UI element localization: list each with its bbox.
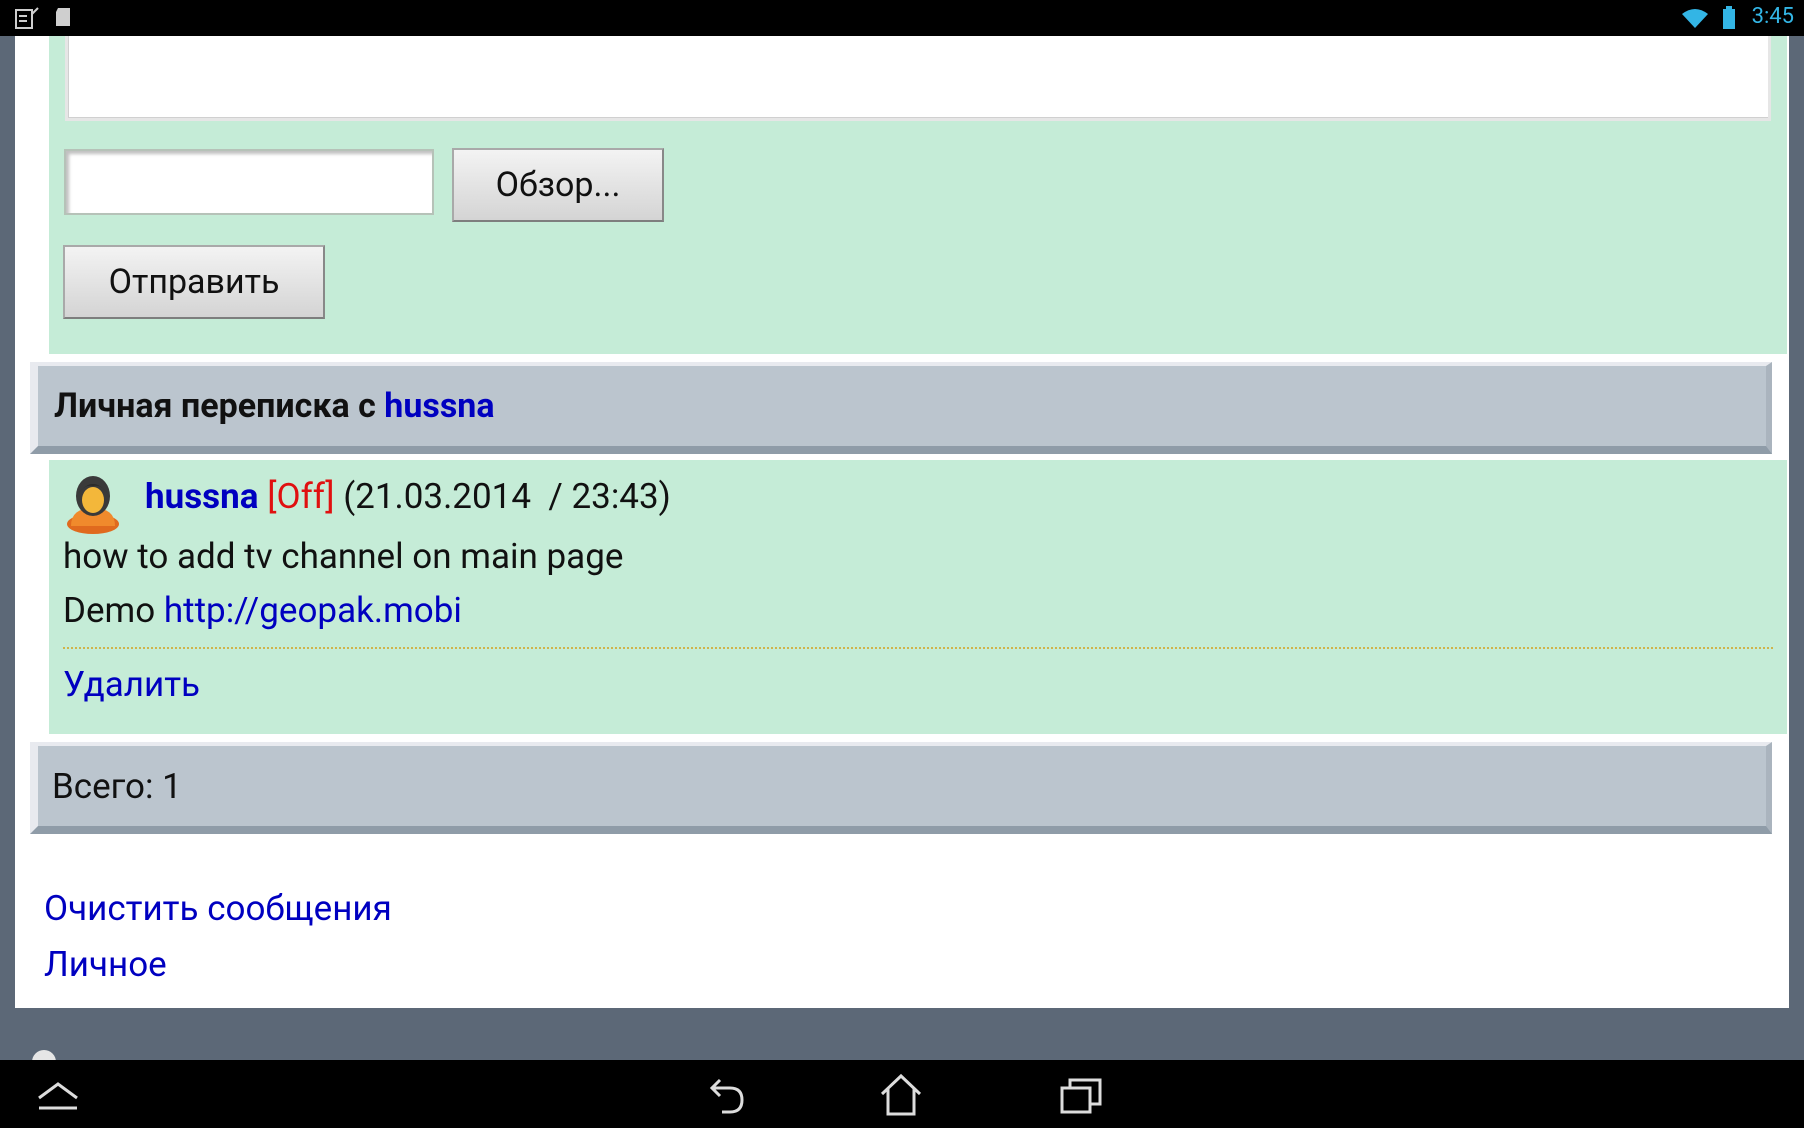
conversation-user-link[interactable]: hussna [384,386,494,426]
message-text-line: how to add tv channel on main page [63,536,624,577]
delete-link[interactable]: Удалить [63,664,200,705]
back-icon[interactable] [700,1070,750,1120]
personal-link[interactable]: Личное [44,944,167,985]
wifi-icon [1682,9,1708,28]
send-button[interactable]: Отправить [63,245,325,319]
browse-button[interactable]: Обзор... [452,148,664,222]
message-item: hussna [Off] (21.03.2014 / 23:43) how to… [49,460,1787,734]
home-icon[interactable] [876,1070,926,1120]
online-status: [Off] [267,476,335,517]
page-content: Обзор... Отправить Личная переписка с hu… [15,36,1789,1008]
message-form: Обзор... Отправить [49,36,1787,354]
up-icon[interactable] [33,1070,83,1120]
conversation-title-prefix: Личная переписка с [54,386,376,426]
clock: 3:45 [1751,4,1794,29]
file-path-input[interactable] [64,149,434,215]
total-count: Всего: 1 [52,766,182,807]
sd-card-icon [56,8,70,26]
recents-icon[interactable] [1056,1070,1106,1120]
status-bar: 3:45 [0,0,1804,36]
message-text-line: Demo http://geopak.mobi [63,590,462,631]
message-username[interactable]: hussna [145,476,259,517]
clear-messages-link[interactable]: Очистить сообщения [44,888,392,929]
message-link[interactable]: http://geopak.mobi [164,590,462,631]
message-demo-label: Demo [63,590,156,631]
sim-icon [15,7,39,29]
message-datetime: (21.03.2014 / 23:43) [343,476,671,517]
message-header: hussna [Off] (21.03.2014 / 23:43) [145,476,671,517]
user-avatar-icon [67,476,119,534]
nav-bar [0,1060,1804,1128]
battery-icon [1723,6,1735,29]
divider [63,647,1773,649]
total-band: Всего: 1 [30,742,1772,834]
message-textarea[interactable] [65,36,1771,121]
conversation-title: Личная переписка с hussna [54,386,495,426]
conversation-header: Личная переписка с hussna [30,362,1772,454]
